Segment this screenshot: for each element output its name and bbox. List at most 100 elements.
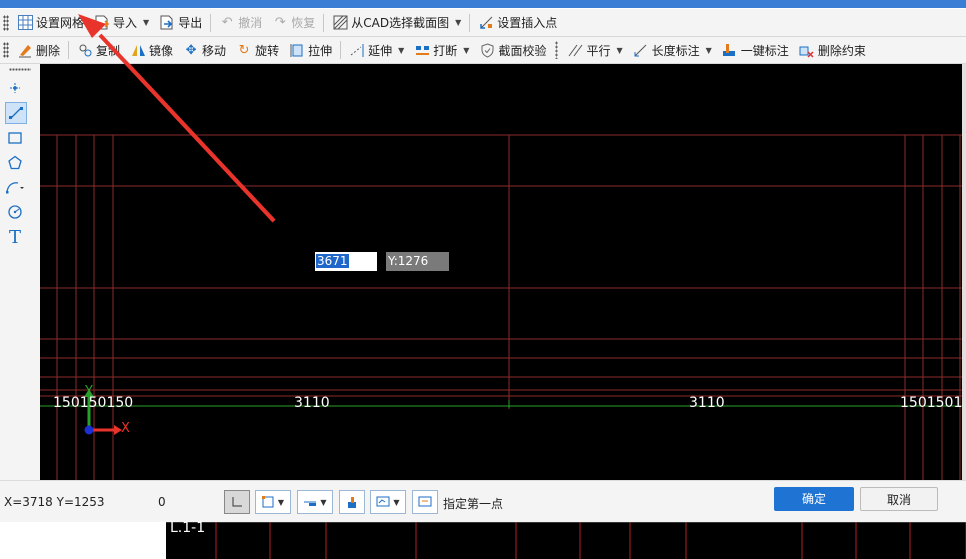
display-dropdown-icon[interactable]: ▼ [370,490,406,514]
section-check-label: 截面校验 [498,43,547,58]
canvas-drawing [40,64,962,480]
drawing-canvas[interactable]: 150150150 3110 3110 150150150 Y X [40,64,962,480]
one-key-dim-label: 一键标注 [740,43,789,58]
parallel-button[interactable]: 平行 ▼ [562,39,627,61]
stretch-label: 拉伸 [308,43,333,58]
mirror-icon [130,42,146,58]
break-button[interactable]: 打断 ▼ [409,39,474,61]
delete-constraint-button[interactable]: 删除约束 [794,39,871,61]
cad-section-icon [332,15,348,31]
set-insert-point-button[interactable]: 设置插入点 [473,12,562,34]
text-tool-icon[interactable]: T [5,227,25,248]
dim-label-mid-right: 3110 [689,395,725,411]
rotate-button[interactable]: ↻ 旋转 [231,39,284,61]
undo-label: 撤消 [238,16,263,30]
snap-dropdown-icon[interactable]: ▼ [255,490,291,514]
length-dim-button[interactable]: 长度标注 ▼ [628,39,717,61]
break-label: 打断 [433,43,458,58]
status-value: 0 [158,495,166,509]
move-icon: ✥ [185,42,197,58]
toolbox-grip[interactable] [9,68,31,71]
delete-constraint-icon [799,42,815,58]
redo-icon: ↷ [274,15,286,30]
redo-button[interactable]: ↷ 恢复 [267,12,320,34]
ortho-toggle-icon[interactable] [224,490,250,514]
chevron-down-icon: ▼ [398,45,405,55]
delete-constraint-label: 删除约束 [817,43,866,58]
annotation-arrow-line [124,64,276,223]
undo-icon: ↶ [221,15,233,30]
copy-icon [77,42,93,58]
circle-tool-icon[interactable] [5,202,25,222]
pointer-hand-icon [722,42,738,58]
select-from-cad-label: 从CAD选择截面图 [351,16,450,30]
chevron-down-icon: ▼ [143,18,150,27]
break-icon [414,42,430,58]
section-check-button[interactable]: 截面校验 [474,39,551,61]
stretch-icon [289,42,305,58]
toolbar-grip [555,41,559,59]
drawing-toolbox: T [0,64,41,480]
import-label: 导入 [113,16,138,30]
delete-label: 删除 [36,43,61,58]
toolbar-separator [340,41,342,59]
chevron-down-icon: ▼ [455,18,462,27]
length-dimension-icon [633,42,649,58]
coord-x-value: 3671 [316,254,349,268]
toolbar-grip[interactable] [3,14,9,31]
coord-y-readout[interactable]: Y:1276 [386,252,449,271]
y-axis-label: Y [85,384,93,399]
background-canvas [166,522,966,559]
toolbar-separator [68,41,70,59]
toolbar-grip[interactable] [3,42,9,58]
move-button[interactable]: ✥ 移动 [178,39,231,61]
point-tool-icon[interactable] [5,78,25,98]
stretch-button[interactable]: 拉伸 [284,39,337,61]
x-axis-label: X [121,421,130,436]
rectangle-tool-icon[interactable] [5,128,25,148]
dim-label-left: 150150150 [53,395,134,411]
move-label: 移动 [202,43,227,58]
copy-button[interactable]: 复制 [72,39,125,61]
line-tool-icon[interactable] [5,102,27,124]
chevron-down-icon: ▼ [705,45,712,55]
dimension-toggle-icon[interactable] [339,490,365,514]
ok-button[interactable]: 确定 [774,487,854,511]
cursor-coordinates: X=3718 Y=1253 [4,495,105,509]
parallel-label: 平行 [586,43,611,58]
rotate-label: 旋转 [255,43,280,58]
eraser-icon [17,42,33,58]
set-insert-point-label: 设置插入点 [497,16,558,30]
hint-toggle-icon[interactable] [412,490,438,514]
vertical-scrollbar[interactable] [962,64,966,480]
shield-icon [479,42,495,58]
import-button[interactable]: 导入 ▼ [89,12,154,34]
delete-button[interactable]: 删除 [12,39,65,61]
length-dim-label: 长度标注 [651,43,700,58]
polygon-tool-icon[interactable] [5,153,25,173]
one-key-dim-button[interactable]: 一键标注 [717,39,794,61]
parallel-icon [567,42,583,58]
window-title-bar [0,0,966,8]
set-grid-label: 设置网格 [36,16,85,30]
toolbar-separator [210,13,212,32]
extend-icon [349,42,365,58]
arc-tool-icon[interactable] [5,177,25,197]
track-dropdown-icon[interactable]: ▼ [297,490,333,514]
undo-button[interactable]: ↶ 撤消 [214,12,267,34]
chevron-down-icon: ▼ [616,45,623,55]
dim-label-right: 150150150 [900,395,962,411]
copy-label: 复制 [96,43,121,58]
export-button[interactable]: 导出 [154,12,207,34]
toolbar-main: 设置网格 导入 ▼ 导出 ↶ 撤消 ↷ 恢复 从CAD选择截面图 ▼ 设置插入点 [0,9,966,37]
cancel-button[interactable]: 取消 [860,487,938,511]
command-prompt: 指定第一点 [443,497,504,511]
select-from-cad-button[interactable]: 从CAD选择截面图 ▼ [327,12,466,34]
export-icon [159,15,175,31]
set-grid-button[interactable]: 设置网格 [12,12,89,34]
origin-point [84,425,94,435]
mirror-button[interactable]: 镜像 [125,39,178,61]
coord-x-input[interactable]: 3671 [315,252,377,271]
extend-button[interactable]: 延伸 ▼ [344,39,409,61]
background-gridlines [166,522,966,559]
